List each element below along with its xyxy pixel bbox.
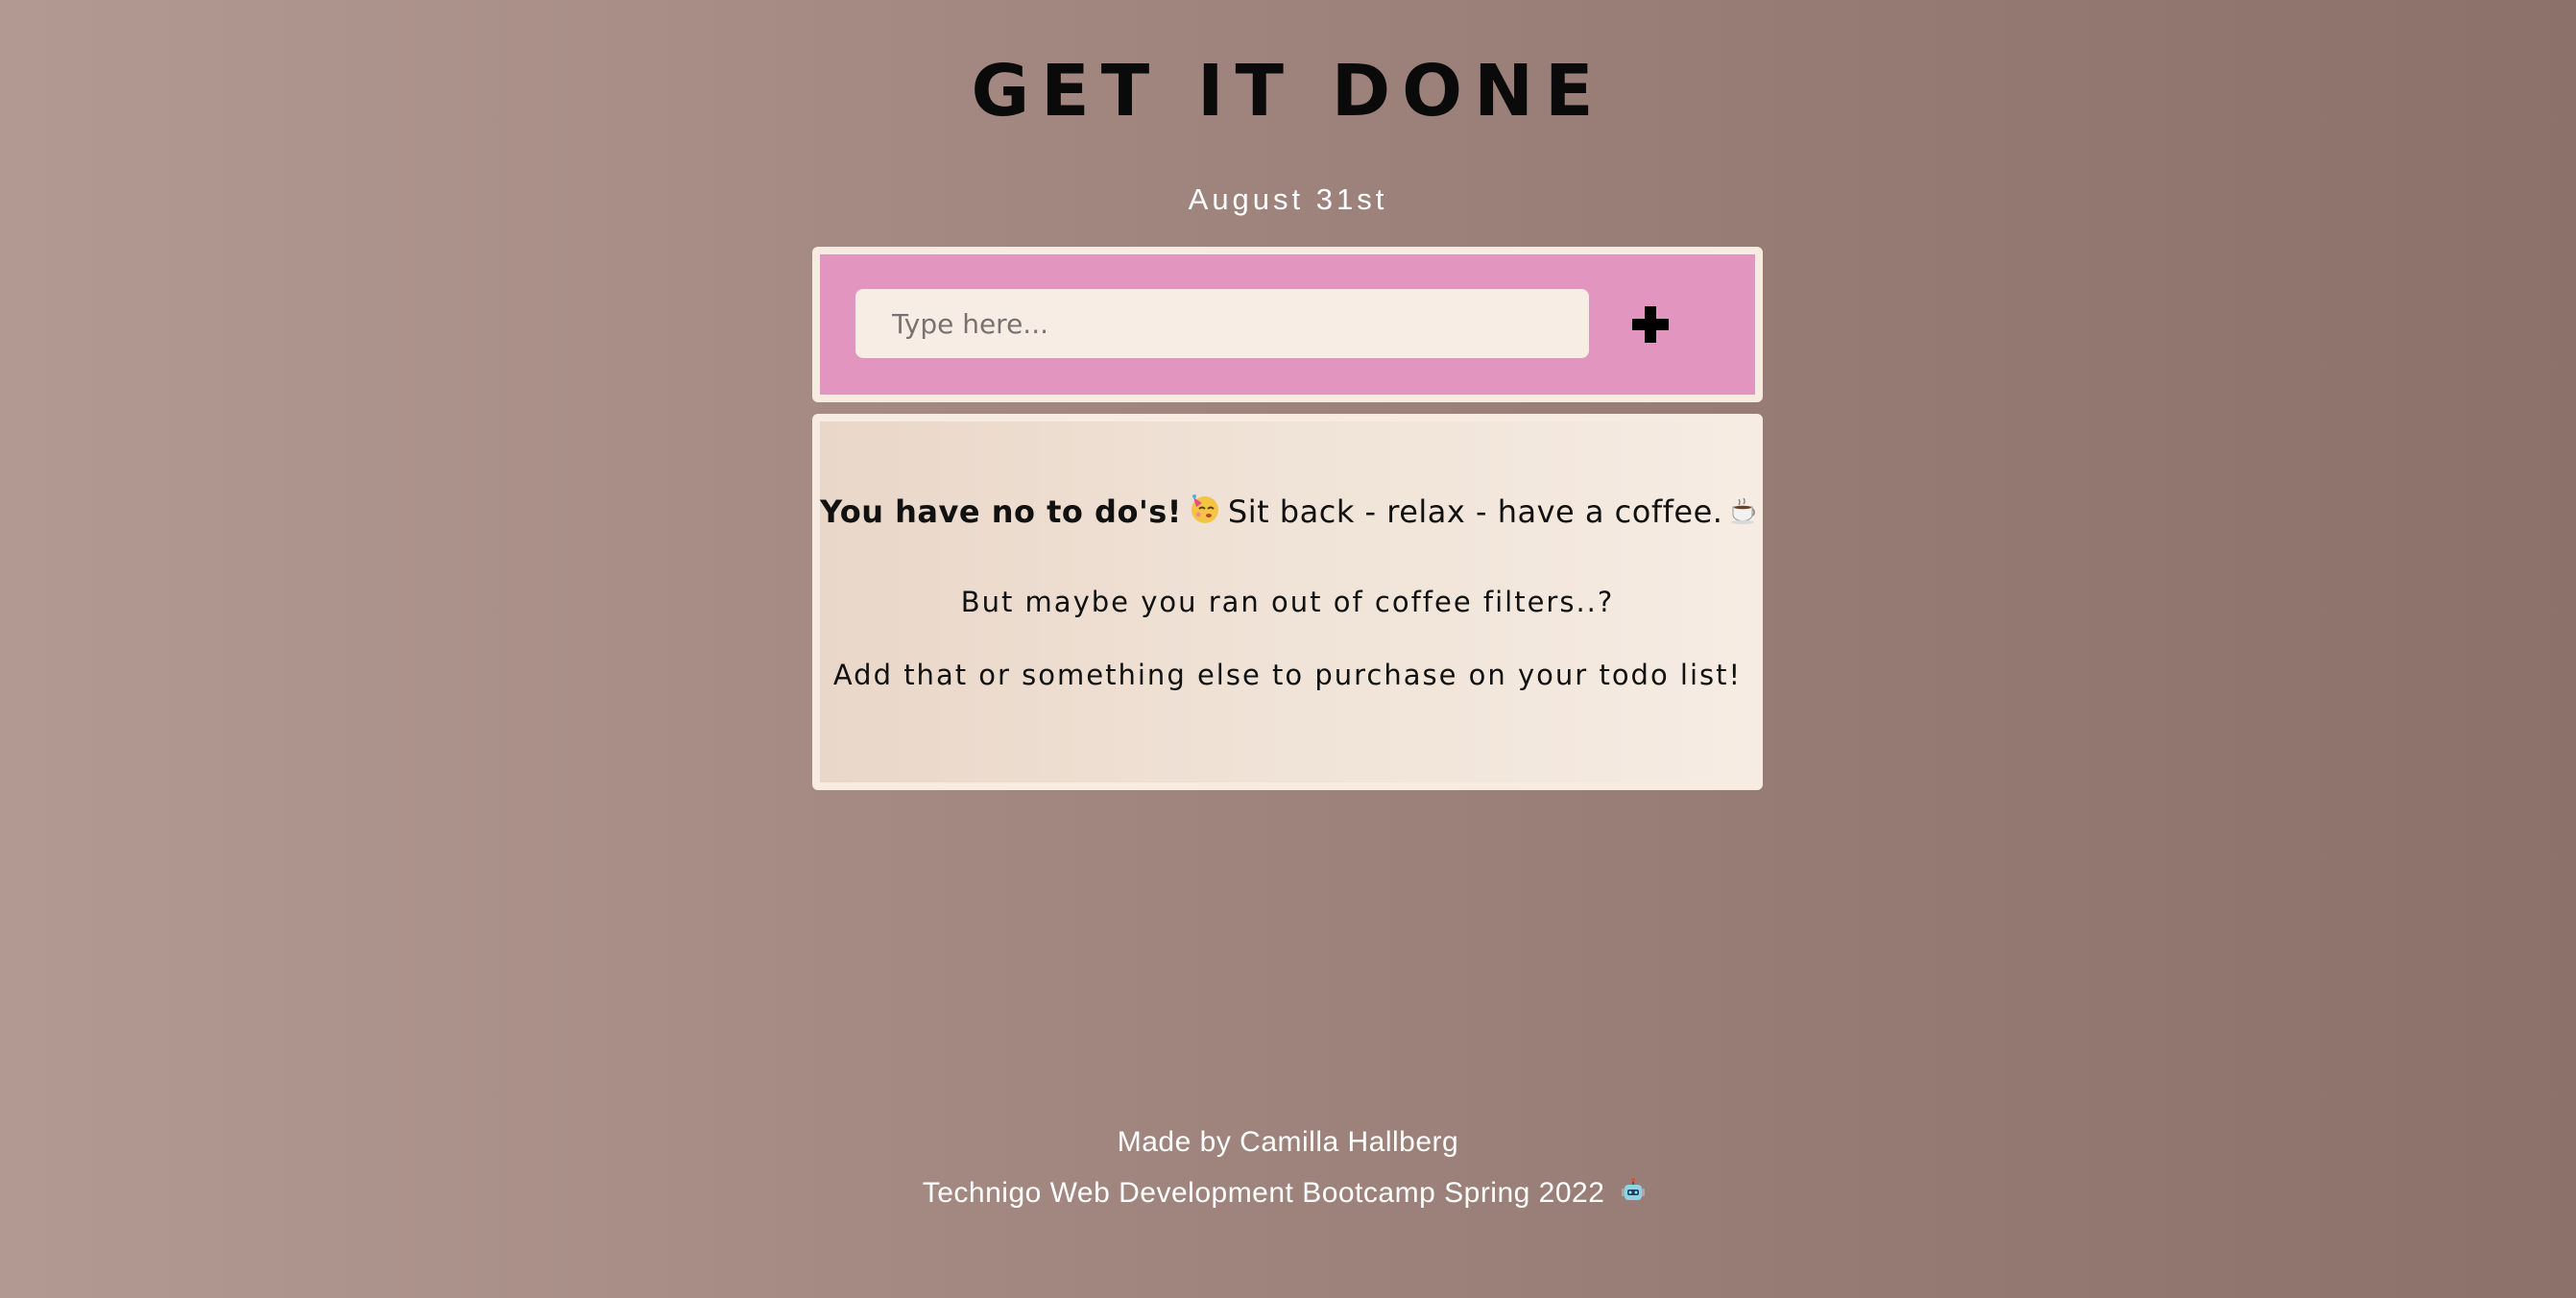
empty-state-rest: Sit back - relax - have a coffee. [1227, 493, 1723, 530]
empty-state-line3: Add that or something else to purchase o… [832, 659, 1743, 691]
todo-input[interactable] [855, 289, 1589, 358]
empty-state-line2: But maybe you ran out of coffee filters.… [960, 586, 1615, 618]
footer-bootcamp-text: Technigo Web Development Bootcamp Spring… [922, 1177, 1605, 1209]
todo-app: GET IT DONE August 31st You have no to d… [0, 0, 2576, 1298]
coffee-cup-icon [1728, 494, 1759, 537]
plus-icon [1632, 306, 1669, 343]
page-title: GET IT DONE [971, 50, 1605, 132]
add-todo-button[interactable] [1615, 289, 1684, 358]
empty-state-headline: You have no to do's! Sit back - relax - … [820, 491, 1756, 537]
robot-icon [1619, 1177, 1648, 1216]
footer-author: Made by Camilla Hallberg [1117, 1126, 1459, 1158]
todo-list: You have no to do's! Sit back - relax - … [812, 414, 1763, 790]
empty-state-bold: You have no to do's! [820, 493, 1182, 530]
footer-bootcamp: Technigo Web Development Bootcamp Spring… [0, 1174, 2576, 1216]
current-date: August 31st [1188, 182, 1388, 216]
partying-face-icon [1188, 492, 1222, 537]
add-todo-form [812, 247, 1763, 402]
